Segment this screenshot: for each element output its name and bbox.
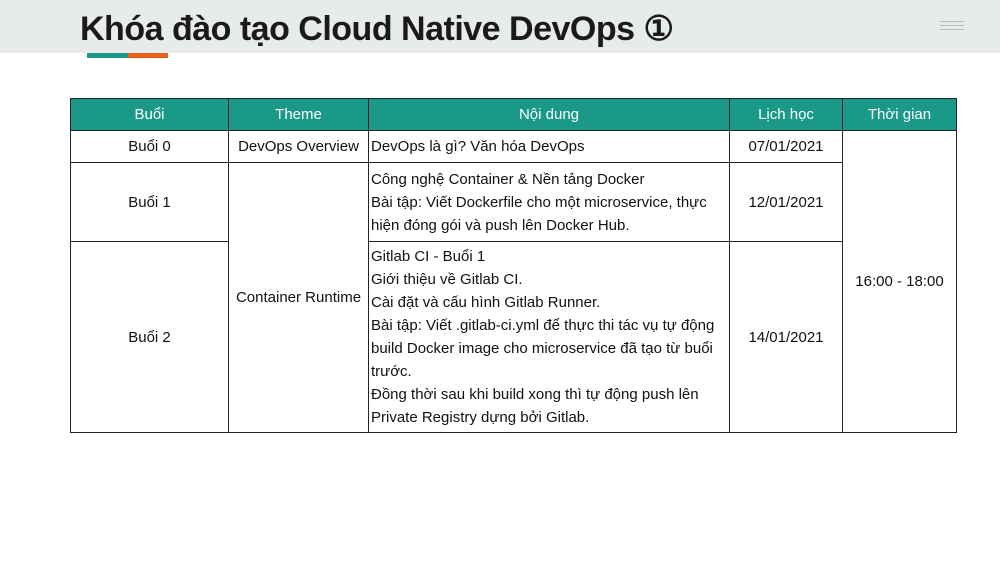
table-row: Buổi 1 Container Runtime Công nghệ Conta… — [70, 162, 957, 433]
accent-bar-orange — [128, 53, 168, 58]
time-cell: 16:00 - 18:00 — [842, 130, 957, 433]
content-line: Bài tập: Viết .gitlab-ci.yml để thực thi… — [371, 317, 715, 380]
slide-title: Khóa đào tạo Cloud Native DevOps ① — [80, 10, 674, 48]
table-header-row: Buổi Theme Nội dung Lịch học Thời gian — [70, 98, 957, 131]
content-line: Gitlab CI - Buổi 1 — [371, 248, 486, 265]
session-cell: Buổi 0 — [70, 130, 229, 163]
table-row: Buổi 2 Gitlab CI - Buổi 1 Giới thiệu về … — [70, 241, 957, 433]
content-line: Bài tập: Viết Dockerfile cho một microse… — [371, 193, 707, 234]
content-line: Cài đặt và cấu hình Gitlab Runner. — [371, 294, 601, 311]
session-cell: Buổi 2 — [70, 241, 229, 433]
schedule-table: Buổi Theme Nội dung Lịch học Thời gian B… — [70, 98, 957, 433]
menu-lines-icon[interactable] — [940, 21, 964, 33]
content-cell: Gitlab CI - Buổi 1 Giới thiệu về Gitlab … — [368, 241, 730, 433]
header-content: Nội dung — [368, 98, 730, 131]
date-cell: 12/01/2021 — [729, 162, 843, 242]
header-time: Thời gian — [842, 98, 957, 131]
header-schedule: Lịch học — [729, 98, 843, 131]
table-row: Buổi 0 DevOps Overview DevOps là gì? Văn… — [70, 130, 957, 433]
content-line: Công nghệ Container & Nền tảng Docker — [371, 170, 645, 188]
content-cell: Công nghệ Container & Nền tảng Docker Bà… — [368, 162, 730, 242]
content-line: DevOps là gì? Văn hóa DevOps — [371, 138, 585, 155]
date-cell: 14/01/2021 — [729, 241, 843, 433]
header-session: Buổi — [70, 98, 229, 131]
content-line: Đồng thời sau khi build xong thì tự động… — [371, 386, 699, 426]
session-cell: Buổi 1 — [70, 162, 229, 242]
date-cell: 07/01/2021 — [729, 130, 843, 163]
content-cell: DevOps là gì? Văn hóa DevOps — [368, 130, 730, 163]
accent-bar-teal — [87, 53, 128, 58]
header-theme: Theme — [228, 98, 369, 131]
content-line: Giới thiệu về Gitlab CI. — [371, 271, 523, 288]
theme-cell: DevOps Overview — [228, 130, 369, 163]
theme-cell: Container Runtime — [228, 162, 369, 433]
